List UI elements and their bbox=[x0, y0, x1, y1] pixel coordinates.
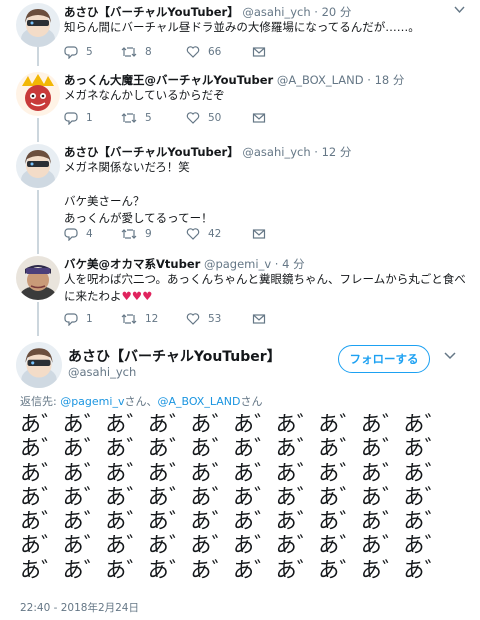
retweet-button[interactable]: 12 bbox=[121, 311, 158, 327]
avatar[interactable] bbox=[16, 3, 60, 47]
reply-icon bbox=[64, 313, 78, 326]
user-handle[interactable]: @A_BOX_LAND bbox=[277, 73, 364, 87]
replying-prefix: 返信先: bbox=[20, 395, 61, 408]
retweet-icon bbox=[121, 314, 137, 324]
tweet-text-line: バケ美さーん？ bbox=[64, 194, 145, 208]
like-count: 42 bbox=[208, 228, 222, 240]
tweet-text-line: メガネ関係ないだろ！笑 bbox=[64, 160, 190, 174]
user-name[interactable]: あさひ【バーチャルYouTuber】 bbox=[64, 5, 239, 19]
reply-button[interactable]: 5 bbox=[64, 44, 93, 60]
heart-emoji: ♥♥♥ bbox=[121, 289, 153, 303]
retweet-count: 12 bbox=[145, 313, 159, 325]
reply-button[interactable]: 1 bbox=[64, 110, 93, 126]
retweet-icon bbox=[121, 47, 137, 57]
retweet-icon bbox=[121, 229, 137, 239]
message-icon bbox=[252, 113, 266, 123]
retweet-count: 5 bbox=[145, 112, 152, 124]
dm-button[interactable] bbox=[252, 110, 266, 126]
replying-user-link[interactable]: @A_BOX_LAND bbox=[157, 395, 240, 408]
dm-button[interactable] bbox=[252, 226, 266, 242]
replying-separator: さん、 bbox=[124, 395, 158, 408]
tweet-text-line: に来たわよ bbox=[64, 289, 122, 303]
avatar[interactable] bbox=[16, 256, 60, 300]
tweet-text-line: あ゛あ゛あ゛あ゛あ゛あ゛あ゛あ゛あ゛あ゛ bbox=[20, 436, 446, 461]
reply-button[interactable]: 1 bbox=[64, 311, 93, 327]
user-name[interactable]: あっくん大魔王@バーチャルYouTuber bbox=[64, 73, 273, 87]
retweet-button[interactable]: 9 bbox=[121, 226, 152, 242]
tweet-text-line: あ゛あ゛あ゛あ゛あ゛あ゛あ゛あ゛あ゛あ゛ bbox=[20, 412, 446, 436]
tweet[interactable]: バケ美@オカマ系Vtuber @pagemi_v · 4 分 人を呪わば穴二つ。… bbox=[0, 252, 480, 334]
reply-count: 1 bbox=[86, 112, 93, 124]
reply-count: 5 bbox=[86, 46, 93, 58]
tweet-time[interactable]: 12 分 bbox=[322, 145, 352, 159]
tweet-time[interactable]: 18 分 bbox=[375, 73, 405, 87]
retweet-count: 9 bbox=[145, 228, 152, 240]
tweet-timestamp[interactable]: 22:40 - 2018年2月24日 bbox=[20, 600, 139, 615]
reply-icon bbox=[64, 228, 78, 241]
reply-icon bbox=[64, 112, 78, 125]
retweet-button[interactable]: 5 bbox=[121, 110, 152, 126]
user-handle[interactable]: @pagemi_v bbox=[204, 257, 271, 271]
avatar[interactable] bbox=[16, 144, 60, 188]
like-button[interactable]: 42 bbox=[186, 226, 221, 242]
avatar[interactable] bbox=[16, 72, 60, 116]
avatar[interactable] bbox=[16, 342, 62, 388]
user-handle[interactable]: @asahi_ych bbox=[242, 145, 310, 159]
tweet-time[interactable]: 20 分 bbox=[322, 5, 352, 19]
tweet[interactable]: あっくん大魔王@バーチャルYouTuber @A_BOX_LAND · 18 分… bbox=[0, 68, 480, 140]
main-user-name[interactable]: あさひ【バーチャルYouTuber】 bbox=[68, 346, 281, 366]
tweet-text-line: 人を呪わば穴二つ。あっくんちゃんと糞眼鏡ちゃん、フレームから丸ごと食べ bbox=[64, 272, 466, 286]
retweet-button[interactable]: 8 bbox=[121, 44, 152, 60]
tweet-text-line: あ゛あ゛あ゛あ゛あ゛あ゛あ゛あ゛あ゛あ゛ bbox=[20, 557, 446, 582]
reply-count: 1 bbox=[86, 313, 93, 325]
dm-button[interactable] bbox=[252, 44, 266, 60]
user-handle[interactable]: @asahi_ych bbox=[242, 5, 310, 19]
like-count: 50 bbox=[208, 112, 222, 124]
replying-suffix: さん bbox=[240, 395, 263, 408]
like-button[interactable]: 53 bbox=[186, 311, 221, 327]
reply-count: 4 bbox=[86, 228, 93, 240]
tweet-text-line: あ゛あ゛あ゛あ゛あ゛あ゛あ゛あ゛あ゛あ゛ bbox=[20, 509, 446, 534]
chevron-down-icon[interactable] bbox=[454, 6, 465, 14]
tweet-text-line: あ゛あ゛あ゛あ゛あ゛あ゛あ゛あ゛あ゛あ゛ bbox=[20, 484, 446, 509]
message-icon bbox=[252, 229, 266, 239]
main-tweet-text: あ゛あ゛あ゛あ゛あ゛あ゛あ゛あ゛あ゛あ゛ あ゛あ゛あ゛あ゛あ゛あ゛あ゛あ゛あ゛あ… bbox=[20, 412, 470, 582]
message-icon bbox=[252, 47, 266, 57]
retweet-icon bbox=[121, 113, 137, 123]
reply-icon bbox=[64, 46, 78, 59]
like-count: 53 bbox=[208, 313, 222, 325]
tweet[interactable]: あさひ【バーチャルYouTuber】 @asahi_ych · 12 分 メガネ… bbox=[0, 140, 480, 252]
tweet-text-line: あ゛あ゛あ゛あ゛あ゛あ゛あ゛あ゛あ゛あ゛ bbox=[20, 460, 446, 485]
dm-button[interactable] bbox=[252, 311, 266, 327]
retweet-count: 8 bbox=[145, 46, 152, 58]
like-count: 66 bbox=[208, 46, 222, 58]
main-user-handle[interactable]: @asahi_ych bbox=[68, 365, 136, 379]
heart-icon bbox=[186, 228, 200, 240]
reply-button[interactable]: 4 bbox=[64, 226, 93, 242]
tweet-text-line: あっくんが愛してるってー！ bbox=[64, 211, 213, 225]
tweet-text: メガネなんかしているからだぞ bbox=[64, 88, 225, 102]
message-icon bbox=[252, 314, 266, 324]
tweet-text: 知らん間にバーチャル昼ドラ並みの大修羅場になってるんだが……。 bbox=[64, 20, 420, 34]
like-button[interactable]: 66 bbox=[186, 44, 221, 60]
like-button[interactable]: 50 bbox=[186, 110, 221, 126]
replying-user-link[interactable]: @pagemi_v bbox=[60, 395, 124, 408]
heart-icon bbox=[186, 112, 200, 124]
heart-icon bbox=[186, 46, 200, 58]
tweet-text-line: あ゛あ゛あ゛あ゛あ゛あ゛あ゛あ゛あ゛あ゛ bbox=[20, 533, 446, 558]
user-name[interactable]: あさひ【バーチャルYouTuber】 bbox=[64, 145, 239, 159]
heart-icon bbox=[186, 313, 200, 325]
tweet[interactable]: あさひ【バーチャルYouTuber】 @asahi_ych · 20 分 知らん… bbox=[0, 0, 480, 66]
chevron-down-icon[interactable] bbox=[444, 352, 456, 360]
tweet-time[interactable]: 4 分 bbox=[282, 257, 304, 271]
replying-to: 返信先: @pagemi_vさん、@A_BOX_LANDさん bbox=[20, 393, 262, 409]
user-name[interactable]: バケ美@オカマ系Vtuber bbox=[64, 257, 200, 271]
follow-button[interactable]: フォローする bbox=[338, 345, 430, 373]
